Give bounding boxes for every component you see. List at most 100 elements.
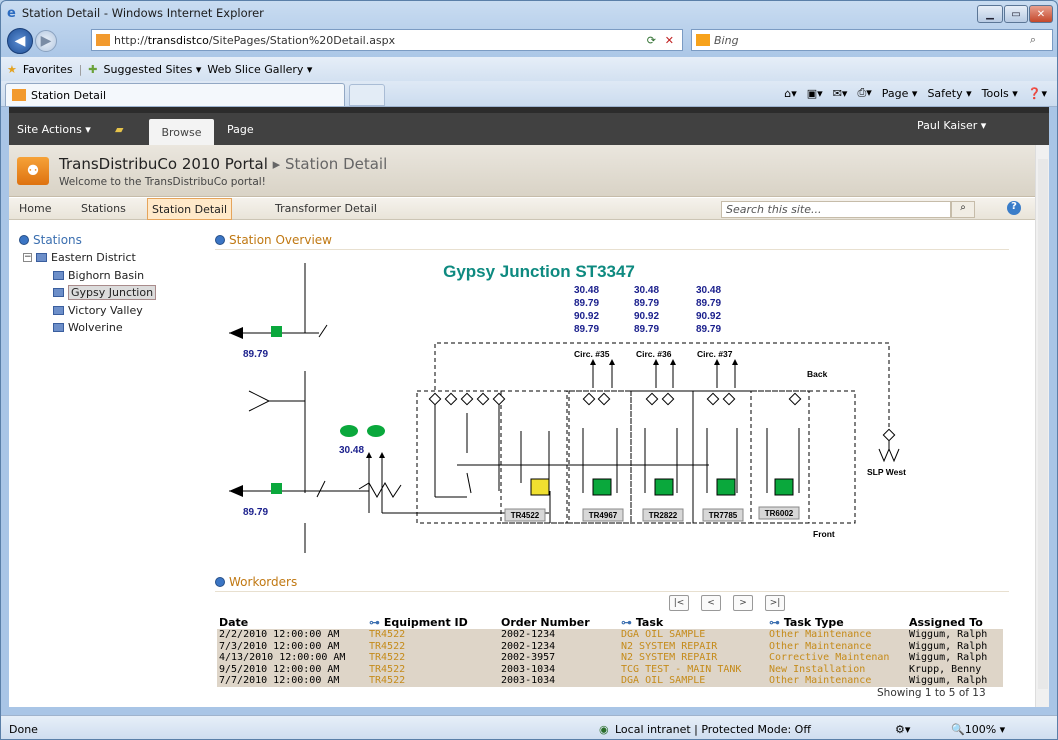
address-bar[interactable]: http://transdistco/SitePages/Station%20D… bbox=[91, 29, 683, 51]
divider bbox=[215, 591, 1009, 592]
feeds-icon[interactable]: ▣▾ bbox=[807, 87, 823, 100]
pager: |< < > >| bbox=[669, 595, 785, 611]
topnav-home[interactable]: Home bbox=[19, 202, 51, 215]
tab-page[interactable]: Page bbox=[227, 123, 254, 136]
browser-tab[interactable]: Station Detail bbox=[5, 83, 345, 106]
new-tab-button[interactable] bbox=[349, 84, 385, 106]
mail-icon[interactable]: ✉▾ bbox=[833, 87, 848, 100]
first-page-button[interactable]: |< bbox=[669, 595, 689, 611]
transformer-label[interactable]: TR2822 bbox=[649, 511, 678, 520]
cell-task-link[interactable]: DGA OIL SAMPLE bbox=[619, 675, 767, 687]
site-search-input[interactable]: Search this site... bbox=[721, 201, 951, 218]
vertical-scrollbar[interactable] bbox=[1035, 145, 1049, 707]
left-top-reading: 89.79 bbox=[243, 349, 268, 360]
station-diagram: Gypsy Junction ST3347 30.48 30.48 30.48 … bbox=[229, 262, 906, 553]
navigate-up-icon[interactable]: ▰ bbox=[115, 123, 123, 136]
popup-blocker-icon[interactable]: ⚙▾ bbox=[895, 723, 910, 736]
cell-task-link[interactable]: N2 SYSTEM REPAIR bbox=[619, 641, 767, 653]
transformer-label[interactable]: TR7785 bbox=[709, 511, 738, 520]
page-favicon-icon bbox=[96, 34, 110, 46]
transformer-status-green bbox=[774, 478, 794, 496]
col-order-number[interactable]: Order Number bbox=[499, 615, 619, 629]
col-date[interactable]: Date bbox=[217, 615, 367, 629]
cell-equipment-link[interactable]: TR4522 bbox=[367, 641, 499, 653]
tab-label: Station Detail bbox=[31, 88, 107, 102]
add-favorite-icon[interactable]: ✚ bbox=[88, 63, 97, 76]
stop-icon[interactable]: ✕ bbox=[665, 34, 674, 47]
next-page-button[interactable]: > bbox=[733, 595, 753, 611]
search-box[interactable]: Bing ⌕ bbox=[691, 29, 1053, 51]
tree-node-gypsy-junction[interactable]: Gypsy Junction bbox=[23, 284, 157, 302]
site-title-link[interactable]: TransDistribuCo 2010 Portal bbox=[59, 155, 268, 173]
transformer-label[interactable]: TR4522 bbox=[511, 511, 540, 520]
topnav-stations[interactable]: Stations bbox=[81, 202, 126, 215]
cell-task-link[interactable]: N2 SYSTEM REPAIR bbox=[619, 652, 767, 664]
cell-task-type: New Installation bbox=[769, 663, 866, 675]
home-icon[interactable]: ⌂▾ bbox=[784, 87, 797, 100]
help-icon[interactable]: ? bbox=[1007, 201, 1021, 215]
transformer-label[interactable]: TR6002 bbox=[765, 509, 794, 518]
close-button[interactable]: ✕ bbox=[1029, 5, 1053, 23]
forward-button[interactable]: ▶ bbox=[35, 30, 57, 52]
print-icon[interactable]: ⎙▾ bbox=[857, 86, 871, 100]
col-task-type[interactable]: ⊶ Task Type bbox=[767, 615, 907, 629]
collapse-icon[interactable]: − bbox=[23, 253, 32, 263]
circuit-label: Circ. #36 bbox=[636, 349, 672, 359]
table-row[interactable]: 2/2/2010 12:00:00 AM TR4522 2002-1234 DG… bbox=[217, 629, 1003, 641]
refresh-icon[interactable]: ⟳ bbox=[647, 34, 656, 47]
user-menu[interactable]: Paul Kaiser ▾ bbox=[917, 119, 986, 132]
back-button[interactable]: ◀ bbox=[7, 28, 33, 54]
transformer-label[interactable]: TR4967 bbox=[589, 511, 618, 520]
cell-task-link[interactable]: DGA OIL SAMPLE bbox=[619, 629, 767, 641]
site-actions-menu[interactable]: Site Actions ▾ bbox=[17, 123, 91, 136]
tools-menu[interactable]: Tools ▾ bbox=[982, 87, 1018, 100]
search-icon[interactable]: ⌕ bbox=[1030, 33, 1036, 47]
last-page-button[interactable]: >| bbox=[765, 595, 785, 611]
favorites-button[interactable]: Favorites bbox=[23, 63, 73, 76]
suggested-sites-link[interactable]: Suggested Sites ▾ bbox=[104, 63, 202, 76]
page-menu[interactable]: Page ▾ bbox=[882, 87, 918, 100]
maximize-button[interactable]: ▭ bbox=[1004, 5, 1028, 23]
stations-tree: − Eastern District Bighorn Basin Gypsy J… bbox=[23, 249, 157, 337]
topnav-transformer-detail[interactable]: Transformer Detail bbox=[275, 202, 377, 215]
cell-assigned: Wiggum, Ralph bbox=[909, 640, 988, 652]
prev-page-button[interactable]: < bbox=[701, 595, 721, 611]
readings-grid: 30.48 30.48 30.48 89.79 89.79 89.79 90.9… bbox=[574, 285, 721, 335]
webpart-icon bbox=[215, 577, 225, 587]
web-slice-gallery-link[interactable]: Web Slice Gallery ▾ bbox=[207, 63, 312, 76]
folder-icon bbox=[53, 288, 64, 298]
table-row[interactable]: 4/13/2010 12:00:00 AM TR4522 2002-3957 N… bbox=[217, 652, 1003, 664]
col-task[interactable]: ⊶ Task bbox=[619, 615, 767, 629]
title-bar: e Station Detail - Windows Internet Expl… bbox=[1, 1, 1057, 25]
topnav-station-detail[interactable]: Station Detail bbox=[147, 198, 233, 220]
tree-node-victory-valley[interactable]: Victory Valley bbox=[23, 302, 156, 320]
cell-order: 2002-3957 bbox=[501, 652, 556, 664]
reading: 89.79 bbox=[634, 324, 659, 335]
tree-node-wolverine[interactable]: Wolverine bbox=[23, 319, 156, 337]
tree-node-bighorn-basin[interactable]: Bighorn Basin bbox=[23, 267, 156, 285]
site-title: TransDistribuCo 2010 Portal ▸ Station De… bbox=[59, 155, 387, 173]
cell-task-link[interactable]: TCG TEST - MAIN TANK bbox=[619, 664, 767, 676]
sharepoint-page: ⚉ TransDistribuCo 2010 Portal ▸ Station … bbox=[9, 145, 1049, 707]
cell-equipment-link[interactable]: TR4522 bbox=[367, 629, 499, 641]
bing-icon bbox=[696, 34, 710, 46]
table-row[interactable]: 9/5/2010 12:00:00 AM TR4522 2003-1034 TC… bbox=[217, 663, 1003, 676]
tree-node-district[interactable]: − Eastern District bbox=[23, 249, 156, 267]
tab-browse[interactable]: Browse bbox=[149, 119, 214, 145]
table-row[interactable]: 7/7/2010 12:00:00 AM TR4522 2003-1034 DG… bbox=[217, 675, 1003, 687]
security-zone[interactable]: Local intranet | Protected Mode: Off bbox=[615, 723, 811, 736]
col-assigned-to[interactable]: Assigned To bbox=[907, 615, 1003, 629]
safety-menu[interactable]: Safety ▾ bbox=[927, 87, 971, 100]
cell-equipment-link[interactable]: TR4522 bbox=[367, 652, 499, 664]
minimize-button[interactable]: ▁ bbox=[977, 5, 1003, 23]
cell-equipment-link[interactable]: TR4522 bbox=[367, 664, 499, 676]
cell-equipment-link[interactable]: TR4522 bbox=[367, 675, 499, 687]
help-menu[interactable]: ❓▾ bbox=[1028, 87, 1047, 100]
table-row[interactable]: 7/3/2010 12:00:00 AM TR4522 2002-1234 N2… bbox=[217, 640, 1003, 653]
scrollbar-thumb[interactable] bbox=[1038, 159, 1048, 689]
quicklaunch-heading-text[interactable]: Stations bbox=[33, 233, 82, 247]
zoom-control[interactable]: 🔍100% ▾ bbox=[951, 723, 1005, 736]
col-equipment-id[interactable]: ⊶ Equipment ID bbox=[367, 615, 499, 629]
favorites-bar: ★ Favorites | ✚ Suggested Sites ▾ Web Sl… bbox=[1, 57, 1057, 81]
search-button-icon[interactable]: ⌕ bbox=[951, 201, 975, 218]
